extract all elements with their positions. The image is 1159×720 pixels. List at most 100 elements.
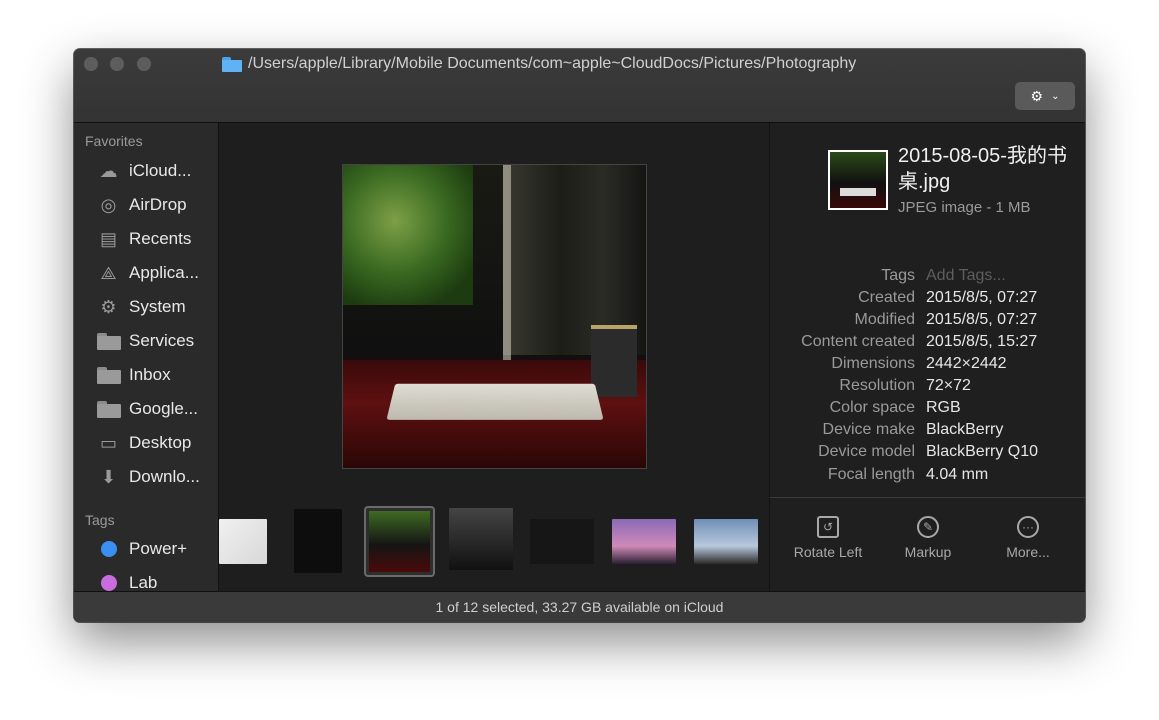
- sidebar-item-label: AirDrop: [129, 195, 187, 214]
- close-button[interactable]: [84, 57, 98, 71]
- sidebar: Favorites ☁ iCloud... ◎ AirDrop ▤ Recent…: [74, 123, 219, 592]
- sidebar-item-label: Power+: [129, 539, 188, 558]
- sidebar-item-downloads[interactable]: ⬇ Downlo...: [96, 462, 200, 492]
- sidebar-item-applications[interactable]: ⟁ Applica...: [96, 258, 199, 288]
- window-path: /Users/apple/Library/Mobile Documents/co…: [222, 55, 856, 73]
- gallery-preview: [219, 123, 769, 503]
- more-button[interactable]: ··· More...: [978, 516, 1078, 560]
- add-tags-field[interactable]: Add Tags...: [926, 267, 1006, 285]
- favorites-title: Favorites: [85, 133, 143, 149]
- folder-icon: [222, 56, 242, 72]
- file-thumbnail: [828, 150, 888, 210]
- sidebar-item-label: System: [129, 297, 186, 316]
- action-menu-button[interactable]: ⚙ ⌄: [1015, 82, 1075, 110]
- action-label: Markup: [904, 544, 952, 560]
- tag-dot-icon: [101, 541, 117, 557]
- sidebar-item-label: Applica...: [129, 263, 199, 282]
- sidebar-item-google[interactable]: Google...: [96, 394, 198, 424]
- path-text: /Users/apple/Library/Mobile Documents/co…: [248, 55, 857, 72]
- thumbnail[interactable]: [449, 508, 513, 570]
- gear-icon: ⚙: [100, 296, 117, 317]
- meta-row-focal-length: Focal length 4.04 mm: [770, 466, 1085, 488]
- thumbnail[interactable]: [219, 519, 267, 564]
- meta-value: 2442×2442: [926, 355, 1007, 372]
- meta-value: 2015/8/5, 15:27: [926, 333, 1038, 350]
- finder-window: /Users/apple/Library/Mobile Documents/co…: [74, 49, 1085, 622]
- sidebar-item-label: Services: [129, 331, 195, 350]
- folder-icon: [96, 398, 121, 420]
- info-panel: 2015-08-05-我的书桌.jpg JPEG image - 1 MB Ta…: [769, 123, 1085, 497]
- sidebar-item-recents[interactable]: ▤ Recents: [96, 224, 191, 254]
- minimize-button[interactable]: [110, 57, 124, 71]
- airdrop-icon: ◎: [100, 194, 117, 215]
- meta-value: 4.04 mm: [926, 466, 989, 483]
- sidebar-item-airdrop[interactable]: ◎ AirDrop: [96, 190, 187, 220]
- sidebar-item-label: Google...: [129, 399, 198, 418]
- meta-row-modified: Modified 2015/8/5, 07:27: [770, 311, 1085, 333]
- more-icon: ···: [1017, 516, 1039, 538]
- meta-value: 2015/8/5, 07:27: [926, 311, 1038, 328]
- thumbnail[interactable]: [694, 519, 758, 564]
- desktop-icon: ▭: [99, 432, 117, 453]
- sidebar-item-services[interactable]: Services: [96, 326, 194, 356]
- meta-row-created: Created 2015/8/5, 07:27: [770, 289, 1085, 311]
- meta-row-content-created: Content created 2015/8/5, 15:27: [770, 333, 1085, 355]
- sidebar-item-label: Inbox: [129, 365, 171, 384]
- sidebar-item-label: Lab: [129, 573, 158, 592]
- folder-icon: [96, 330, 121, 352]
- sidebar-item-label: Recents: [129, 229, 192, 248]
- sidebar-tag-power[interactable]: Power+: [96, 534, 187, 564]
- rotate-left-icon: ↺: [817, 516, 839, 538]
- file-name: 2015-08-05-我的书桌.jpg: [898, 145, 1067, 193]
- meta-row-resolution: Resolution 72×72: [770, 377, 1085, 399]
- thumbnail[interactable]: [530, 519, 594, 564]
- meta-value: 2015/8/5, 07:27: [926, 289, 1038, 306]
- sidebar-item-label: Downlo...: [129, 467, 200, 486]
- meta-label: Content created: [801, 333, 915, 350]
- quick-actions: ↺ Rotate Left ✎ Markup ··· More...: [769, 497, 1085, 592]
- meta-value: RGB: [926, 399, 961, 416]
- download-icon: ⬇: [100, 466, 117, 487]
- meta-label: Device make: [822, 421, 915, 438]
- meta-row-dimensions: Dimensions 2442×2442: [770, 355, 1085, 377]
- meta-label: Modified: [854, 311, 915, 328]
- sidebar-item-inbox[interactable]: Inbox: [96, 360, 171, 390]
- filmstrip: [219, 503, 769, 591]
- meta-label: Dimensions: [831, 355, 915, 372]
- meta-row-device-make: Device make BlackBerry: [770, 421, 1085, 443]
- sidebar-item-label: iCloud...: [129, 161, 192, 180]
- sidebar-item-system[interactable]: ⚙ System: [96, 292, 186, 322]
- meta-label: Focal length: [827, 466, 915, 483]
- tags-title: Tags: [85, 512, 115, 528]
- title-bar: /Users/apple/Library/Mobile Documents/co…: [74, 49, 1085, 123]
- meta-row-device-model: Device model BlackBerry Q10: [770, 443, 1085, 465]
- applications-icon: ⟁: [100, 262, 117, 283]
- meta-row-color-space: Color space RGB: [770, 399, 1085, 421]
- action-label: More...: [1006, 544, 1050, 560]
- rotate-left-button[interactable]: ↺ Rotate Left: [778, 516, 878, 560]
- thumbnail-selected[interactable]: [364, 506, 435, 577]
- meta-value: BlackBerry Q10: [926, 443, 1039, 460]
- meta-row-tags: Tags Add Tags...: [770, 267, 1085, 289]
- meta-label: Color space: [829, 399, 915, 416]
- meta-value: BlackBerry: [926, 421, 1004, 438]
- chevron-down-icon: ⌄: [1051, 90, 1060, 102]
- thumbnail[interactable]: [612, 519, 676, 564]
- sidebar-item-desktop[interactable]: ▭ Desktop: [96, 428, 191, 458]
- sidebar-item-label: Desktop: [129, 433, 192, 452]
- thumbnail[interactable]: [294, 509, 342, 573]
- action-label: Rotate Left: [793, 544, 863, 560]
- markup-button[interactable]: ✎ Markup: [878, 516, 978, 560]
- zoom-button[interactable]: [137, 57, 151, 71]
- recents-icon: ▤: [99, 228, 117, 249]
- file-type: JPEG image - 1 MB: [898, 199, 1031, 216]
- gear-icon: ⚙: [1030, 87, 1044, 104]
- meta-label: Created: [858, 289, 915, 306]
- status-text: 1 of 12 selected, 33.27 GB available on …: [435, 599, 724, 615]
- selected-photo[interactable]: [342, 164, 647, 469]
- status-bar: 1 of 12 selected, 33.27 GB available on …: [74, 591, 1085, 622]
- meta-value: 72×72: [926, 377, 971, 394]
- sidebar-item-icloud[interactable]: ☁ iCloud...: [96, 156, 192, 186]
- cloud-icon: ☁: [99, 160, 118, 181]
- markup-icon: ✎: [917, 516, 939, 538]
